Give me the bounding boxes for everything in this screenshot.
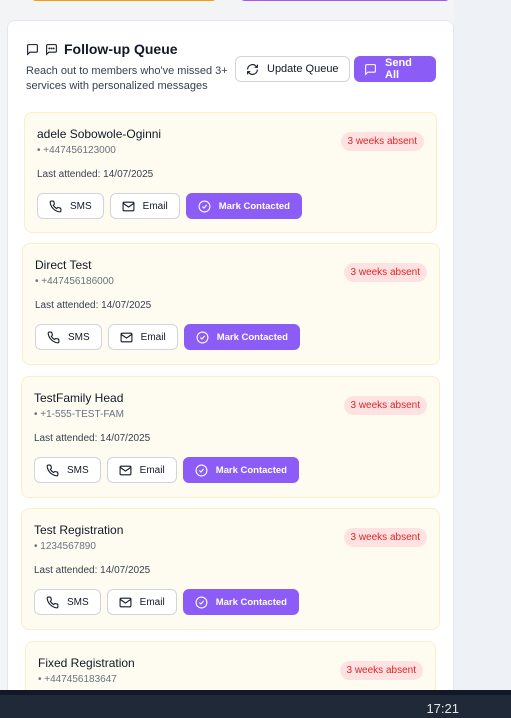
- last-attended: Last attended: 14/07/2025: [35, 300, 152, 311]
- member-phone: • +447456123000: [37, 145, 116, 156]
- check-circle-icon: [198, 200, 211, 213]
- mark-contacted-button[interactable]: Mark Contacted: [182, 589, 299, 615]
- sms-label: SMS: [70, 200, 92, 212]
- mark-contacted-label: Mark Contacted: [218, 200, 290, 212]
- sms-button[interactable]: SMS: [35, 324, 102, 350]
- member-actions: SMS Email Mark Contacted: [35, 324, 300, 350]
- mark-contacted-label: Mark Contacted: [216, 331, 288, 343]
- page-title: Follow-up Queue: [64, 41, 178, 57]
- taskbar-clock: 17:21: [426, 701, 459, 716]
- member-name: Test Registration: [34, 523, 124, 537]
- mark-contacted-button[interactable]: Mark Contacted: [182, 457, 299, 483]
- send-message-icon: [364, 63, 377, 76]
- mail-icon: [119, 464, 132, 477]
- panel-header: Follow-up Queue: [26, 41, 178, 57]
- last-attended: Last attended: 14/07/2025: [34, 433, 151, 444]
- send-all-label: Send All: [385, 57, 412, 81]
- taskbar: 17:21: [0, 690, 511, 718]
- member-card: Test Registration • 1234567890 3 weeks abs…: [21, 508, 440, 630]
- email-label: Email: [139, 596, 165, 608]
- mark-contacted-label: Mark Contacted: [215, 464, 287, 476]
- email-button[interactable]: Email: [106, 589, 177, 615]
- member-card: Direct Test • +447456186000 3 weeks absent…: [22, 243, 440, 365]
- member-actions: SMS Email Mark Contacted: [37, 193, 302, 219]
- message-square-icon: [26, 43, 39, 56]
- email-label: Email: [140, 331, 166, 343]
- mark-contacted-button[interactable]: Mark Contacted: [183, 324, 300, 350]
- right-background: [454, 0, 511, 690]
- refresh-icon: [246, 63, 259, 76]
- member-name: Fixed Registration: [38, 656, 135, 670]
- page-subtitle: Reach out to members who've missed 3+ se…: [26, 65, 228, 92]
- mail-icon: [120, 331, 133, 344]
- absence-badge: 3 weeks absent: [339, 661, 423, 680]
- absence-badge: 3 weeks absent: [343, 263, 427, 282]
- message-dots-icon: [45, 43, 58, 56]
- email-label: Email: [139, 464, 165, 476]
- last-attended: Last attended: 14/07/2025: [34, 565, 151, 576]
- phone-icon: [46, 596, 59, 609]
- email-label: Email: [142, 200, 168, 212]
- mark-contacted-button[interactable]: Mark Contacted: [185, 193, 302, 219]
- member-actions: SMS Email Mark Contacted: [34, 457, 299, 483]
- absence-badge: 3 weeks absent: [343, 528, 427, 547]
- mail-icon: [122, 200, 135, 213]
- top-purple-button[interactable]: [239, 0, 451, 1]
- follow-up-queue-panel: Follow-up Queue Reach out to members who…: [7, 20, 454, 718]
- sms-button[interactable]: SMS: [37, 193, 104, 219]
- check-circle-icon: [196, 331, 209, 344]
- absence-badge: 3 weeks absent: [343, 396, 427, 415]
- email-button[interactable]: Email: [106, 457, 177, 483]
- member-card: adele Sobowole-Oginni • +447456123000 3 we…: [24, 112, 437, 233]
- sms-label: SMS: [68, 331, 90, 343]
- sms-button[interactable]: SMS: [34, 589, 101, 615]
- phone-icon: [49, 200, 62, 213]
- send-all-button[interactable]: Send All: [354, 56, 436, 82]
- update-queue-button[interactable]: Update Queue: [235, 56, 350, 82]
- mail-icon: [119, 596, 132, 609]
- phone-icon: [47, 331, 60, 344]
- absence-badge: 3 weeks absent: [340, 132, 424, 151]
- member-phone: • +447456183647: [38, 674, 117, 685]
- member-phone: • 1234567890: [34, 541, 96, 552]
- member-actions: SMS Email Mark Contacted: [34, 589, 299, 615]
- email-button[interactable]: Email: [107, 324, 178, 350]
- update-queue-label: Update Queue: [267, 63, 339, 75]
- member-name: adele Sobowole-Oginni: [37, 127, 162, 141]
- check-circle-icon: [195, 464, 208, 477]
- member-card: TestFamily Head • +1-555-TEST-FAM 3 weeks …: [21, 376, 440, 498]
- sms-label: SMS: [67, 464, 89, 476]
- member-name: Direct Test: [35, 258, 92, 272]
- member-phone: • +447456186000: [35, 276, 114, 287]
- top-orange-button[interactable]: [30, 0, 218, 1]
- member-phone: • +1-555-TEST-FAM: [34, 409, 124, 420]
- check-circle-icon: [195, 596, 208, 609]
- email-button[interactable]: Email: [109, 193, 180, 219]
- phone-icon: [46, 464, 59, 477]
- sms-button[interactable]: SMS: [34, 457, 101, 483]
- mark-contacted-label: Mark Contacted: [215, 596, 287, 608]
- member-name: TestFamily Head: [34, 391, 124, 405]
- last-attended: Last attended: 14/07/2025: [37, 169, 154, 180]
- sms-label: SMS: [67, 596, 89, 608]
